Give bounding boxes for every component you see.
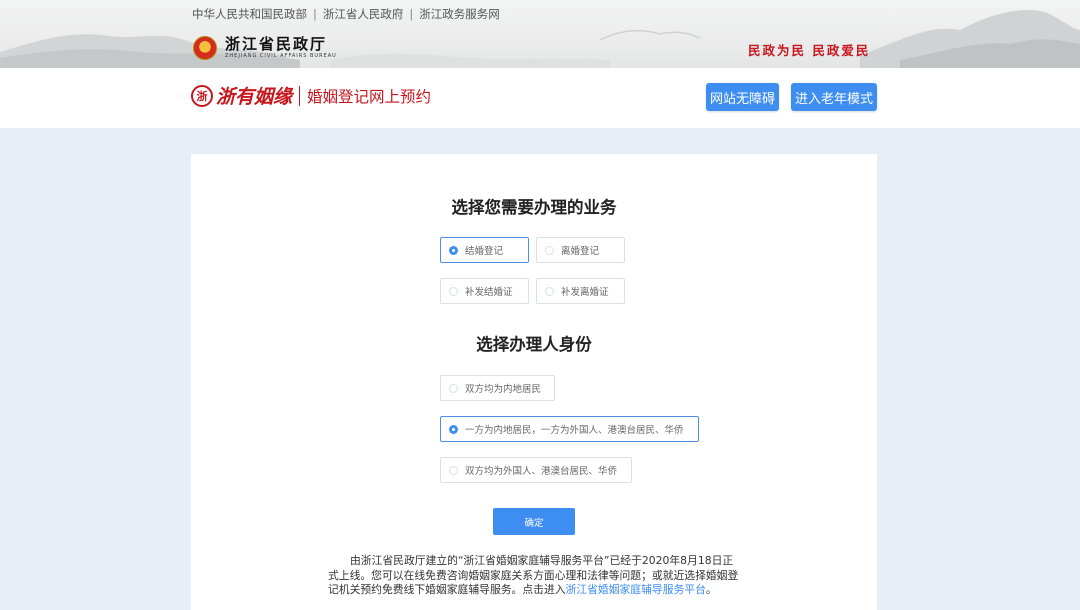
option-label: 双方均为内地居民: [465, 384, 542, 395]
option-one-mainland-one-foreign[interactable]: 一方为内地居民，一方为外国人、港澳台居民、华侨: [440, 416, 699, 442]
brand-logo-icon: 浙: [191, 84, 213, 107]
gov-link-province[interactable]: 浙江省人民政府: [323, 7, 404, 21]
gov-link-service[interactable]: 浙江政务服务网: [419, 7, 500, 21]
brand-name: 浙有姻缘: [216, 86, 293, 108]
option-label: 双方均为外国人、港澳台居民、华侨: [465, 466, 618, 477]
option-label: 补发结婚证: [465, 287, 513, 298]
radio-icon: [449, 245, 458, 255]
option-marriage-registration[interactable]: 结婚登记: [440, 237, 529, 263]
option-both-mainland[interactable]: 双方均为内地居民: [440, 375, 555, 401]
option-label: 结婚登记: [465, 246, 504, 257]
radio-icon: [449, 424, 458, 434]
appointment-card: 选择您需要办理的业务 结婚登记 离婚登记 补发结婚证 补发离婚证 选择办理人身份…: [191, 154, 877, 610]
radio-icon: [449, 465, 458, 475]
option-label: 离婚登记: [561, 246, 600, 257]
gov-links: 中华人民共和国民政部 | 浙江省人民政府 | 浙江政务服务网: [192, 7, 500, 21]
nav-bar: [0, 68, 1080, 128]
identity-title: 选择办理人身份: [476, 335, 592, 354]
accessibility-button[interactable]: 网站无障碍: [706, 83, 779, 111]
radio-icon: [449, 286, 458, 296]
radio-icon: [449, 383, 458, 393]
option-reissue-divorce-cert[interactable]: 补发离婚证: [536, 278, 625, 304]
counseling-platform-link[interactable]: 浙江省婚姻家庭辅导服务平台: [566, 583, 706, 596]
gov-header: 中华人民共和国民政部 | 浙江省人民政府 | 浙江政务服务网 浙江省民政厅 ZHEJIA…: [0, 0, 1080, 68]
brand-subtitle: 婚姻登记网上预约: [307, 87, 432, 106]
radio-icon: [545, 286, 554, 296]
mountain-landscape: [0, 10, 1080, 68]
confirm-button[interactable]: 确定: [493, 508, 575, 535]
national-emblem-icon: [193, 36, 217, 60]
option-reissue-marriage-cert[interactable]: 补发结婚证: [440, 278, 529, 304]
slogan: 民政为民 民政爱民: [748, 43, 871, 58]
notice-text: 由浙江省民政厅建立的“浙江省婚姻家庭辅导服务平台”已经于2020年8月18日正式…: [328, 554, 740, 598]
gov-link-ministry[interactable]: 中华人民共和国民政部: [192, 7, 307, 21]
option-both-foreign[interactable]: 双方均为外国人、港澳台居民、华侨: [440, 457, 632, 483]
brand-divider: [299, 85, 301, 106]
brand[interactable]: 浙 浙有姻缘 婚姻登记网上预约: [191, 82, 431, 109]
radio-icon: [545, 245, 554, 255]
option-label: 补发离婚证: [561, 287, 609, 298]
option-divorce-registration[interactable]: 离婚登记: [536, 237, 625, 263]
option-label: 一方为内地居民，一方为外国人、港澳台居民、华侨: [465, 425, 684, 436]
business-title: 选择您需要办理的业务: [451, 198, 617, 217]
notice-end: 。: [705, 583, 717, 596]
bureau-name-en: ZHEJIANG CIVIL AFFAIRS BUREAU: [225, 53, 337, 59]
bureau-name: 浙江省民政厅: [225, 35, 328, 53]
bureau-logo[interactable]: 浙江省民政厅 ZHEJIANG CIVIL AFFAIRS BUREAU: [193, 34, 337, 62]
elder-mode-button[interactable]: 进入老年模式: [791, 83, 877, 111]
